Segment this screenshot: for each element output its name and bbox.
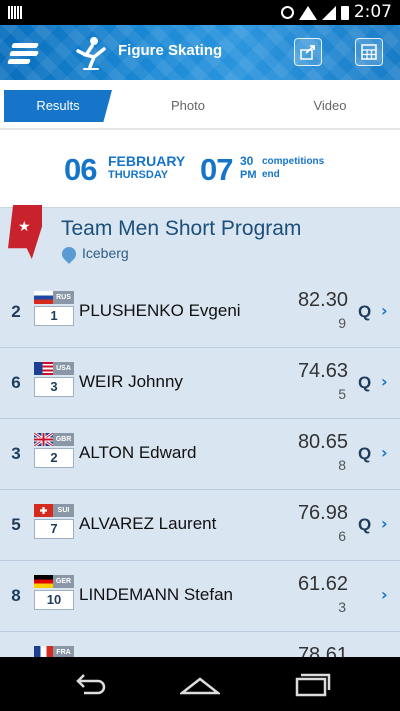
alarm-icon	[280, 6, 294, 19]
athlete-name: PLUSHENKO Evgeni	[79, 301, 241, 320]
result-row[interactable]: 8 GER 10 LINDEMANN Stefan 61.62 3 ›	[0, 561, 400, 632]
wifi-icon	[298, 5, 317, 20]
place: 3	[338, 599, 346, 615]
figure-skating-icon	[72, 33, 112, 73]
place: 8	[338, 457, 346, 473]
place: 5	[338, 386, 346, 402]
status-icons: 2:07	[280, 2, 392, 23]
result-row[interactable]: 5 SUI 7 ALVAREZ Laurent 76.98 6 Q ›	[0, 490, 400, 561]
rank: 2	[11, 302, 21, 321]
rank: 5	[11, 515, 21, 534]
noc-code: RUS	[53, 291, 74, 304]
event-status-line2: end	[262, 169, 280, 180]
start-number: 2	[34, 448, 74, 468]
system-nav-bar	[0, 657, 400, 711]
time-minute: 30	[240, 154, 254, 168]
event-title: Team Men Short Program	[61, 217, 302, 240]
tab-results[interactable]: Results	[4, 90, 112, 122]
place: 9	[338, 315, 346, 331]
score: 80.65	[297, 431, 348, 453]
chevron-right-icon[interactable]: ›	[381, 301, 388, 320]
place: 6	[338, 528, 346, 544]
athlete-badge: USA 3	[34, 362, 74, 402]
date-month: FEBRUARY	[108, 153, 186, 169]
start-number: 1	[34, 306, 74, 326]
status-bar: 2:07	[0, 0, 400, 25]
share-button[interactable]	[294, 38, 322, 66]
date-weekday: THURSDAY	[108, 169, 169, 181]
chevron-right-icon[interactable]: ›	[381, 372, 388, 391]
athlete-name: ALVAREZ Laurent	[79, 514, 217, 533]
event-header: ★ Team Men Short Program Iceberg	[0, 205, 400, 277]
flag-fra-icon	[34, 646, 53, 657]
athlete-name: LINDEMANN Stefan	[79, 585, 233, 604]
signal-icon	[321, 5, 336, 20]
start-number: 10	[34, 590, 74, 610]
tab-video[interactable]: Video	[275, 90, 385, 122]
start-number: 7	[34, 519, 74, 539]
start-number: 3	[34, 377, 74, 397]
score: 61.62	[297, 573, 348, 595]
noc-code: SUI	[53, 504, 74, 517]
date-day: 06	[64, 152, 97, 187]
app-header: Figure Skating	[0, 25, 400, 80]
status-time: 2:07	[353, 2, 392, 22]
result-row[interactable]: 2 RUS 1 PLUSHENKO Evgeni 82.30 9 Q ›	[0, 277, 400, 348]
rank: 8	[11, 586, 21, 605]
results-list: 2 RUS 1 PLUSHENKO Evgeni 82.30 9 Q › 6 U…	[0, 277, 400, 657]
flag-sui-icon	[34, 504, 53, 517]
athlete-name: ALTON Edward	[79, 443, 197, 462]
athlete-badge: FRA	[34, 646, 74, 657]
tab-bar: Results Photo Video	[0, 80, 400, 130]
share-icon	[300, 45, 315, 60]
time-hour: 07	[200, 152, 233, 187]
time-ampm: PM	[240, 169, 257, 181]
battery-icon	[340, 5, 349, 20]
venue-name: Iceberg	[82, 245, 129, 261]
athlete-badge: GBR 2	[34, 433, 74, 473]
noc-code: GBR	[53, 433, 74, 446]
rank: 3	[11, 444, 21, 463]
tab-photo[interactable]: Photo	[133, 90, 243, 122]
favorite-ribbon-icon[interactable]: ★	[8, 205, 42, 259]
noc-code: USA	[53, 362, 74, 375]
athlete-badge: GER 10	[34, 575, 74, 615]
score: 74.63	[297, 360, 348, 382]
athlete-name: WEIR Johnny	[79, 372, 183, 391]
rank: 6	[11, 373, 21, 392]
location-pin-icon	[59, 244, 79, 264]
recent-apps-icon[interactable]	[292, 669, 332, 699]
qualifier-badge: Q	[358, 302, 372, 321]
event-date: 06 FEBRUARY THURSDAY 07 30 PM competitio…	[0, 130, 400, 207]
table-button[interactable]	[355, 38, 383, 66]
result-row[interactable]: FRA 78.61 ›	[0, 632, 400, 657]
chevron-right-icon[interactable]: ›	[381, 585, 388, 604]
event-status-line1: competitions	[262, 156, 325, 167]
result-row[interactable]: 3 GBR 2 ALTON Edward 80.65 8 Q ›	[0, 419, 400, 490]
athlete-badge: RUS 1	[34, 291, 74, 331]
chevron-right-icon[interactable]: ›	[381, 443, 388, 462]
back-icon[interactable]	[70, 669, 110, 699]
noc-code: GER	[53, 575, 74, 588]
score: 78.61	[297, 644, 348, 657]
page-title: Figure Skating	[118, 42, 223, 59]
home-icon[interactable]	[178, 669, 222, 699]
athlete-badge: SUI 7	[34, 504, 74, 544]
menu-icon[interactable]	[6, 35, 42, 71]
score: 76.98	[297, 502, 348, 524]
flag-usa-icon	[34, 362, 53, 375]
flag-gbr-icon	[34, 433, 53, 446]
notification-icon	[8, 6, 22, 19]
score: 82.30	[297, 289, 348, 311]
flag-rus-icon	[34, 291, 53, 304]
table-icon	[361, 44, 377, 60]
flag-ger-icon	[34, 575, 53, 588]
qualifier-badge: Q	[358, 515, 372, 534]
chevron-right-icon[interactable]: ›	[381, 514, 388, 533]
qualifier-badge: Q	[358, 444, 372, 463]
noc-code: FRA	[53, 646, 74, 657]
qualifier-badge: Q	[358, 373, 372, 392]
star-icon: ★	[18, 219, 31, 235]
result-row[interactable]: 6 USA 3 WEIR Johnny 74.63 5 Q ›	[0, 348, 400, 419]
